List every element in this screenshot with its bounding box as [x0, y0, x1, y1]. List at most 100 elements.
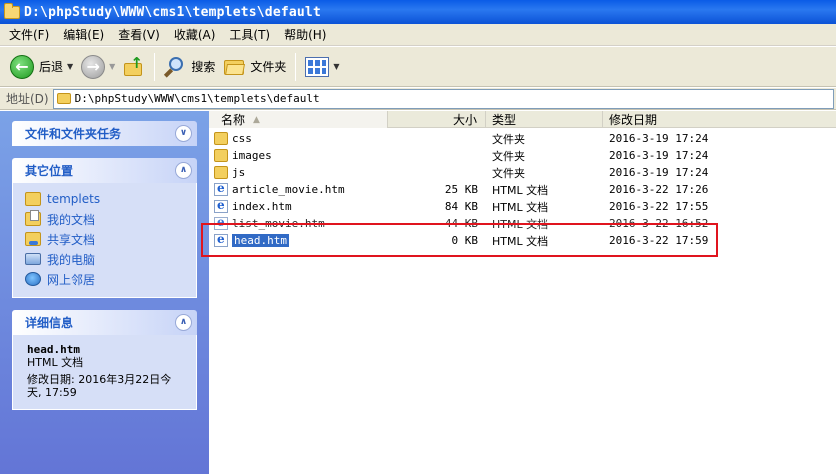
- column-header-row: 名称 ▲ 大小 类型 修改日期: [209, 111, 836, 128]
- place-label: 网上邻居: [47, 272, 96, 287]
- file-row[interactable]: css 文件夹 2016-3-19 17:24: [209, 130, 836, 147]
- file-size: 84 KB: [444, 200, 478, 213]
- search-button[interactable]: 搜索: [160, 50, 219, 84]
- shared-documents-icon: [25, 232, 41, 246]
- highlight-box: [201, 223, 718, 257]
- place-label: templets: [47, 192, 101, 206]
- folder-icon: [214, 149, 228, 162]
- place-link-templets[interactable]: templets: [25, 189, 186, 209]
- chevron-down-icon[interactable]: ▼: [109, 62, 115, 71]
- column-header-date[interactable]: 修改日期: [603, 111, 836, 128]
- file-row[interactable]: index.htm 84 KB HTML 文档 2016-3-22 17:55: [209, 198, 836, 215]
- place-link-network[interactable]: 网上邻居: [25, 269, 186, 289]
- sort-ascending-icon: ▲: [253, 114, 260, 125]
- window-title: D:\phpStudy\WWW\cms1\templets\default: [24, 4, 321, 20]
- details-file-type: HTML 文档: [27, 356, 84, 369]
- tasks-panel: 文件和文件夹任务 ∨: [12, 121, 197, 146]
- views-button[interactable]: ▼: [301, 50, 343, 84]
- file-date: 2016-3-19 17:24: [609, 132, 709, 145]
- folders-icon: [223, 58, 246, 76]
- file-name: article_movie.htm: [232, 183, 345, 196]
- file-row[interactable]: article_movie.htm 25 KB HTML 文档 2016-3-2…: [209, 181, 836, 198]
- menu-bar: 文件(F) 编辑(E) 查看(V) 收藏(A) 工具(T) 帮助(H): [0, 24, 836, 46]
- folder-icon: [214, 132, 228, 145]
- menu-help[interactable]: 帮助(H): [277, 26, 333, 43]
- place-label: 共享文档: [47, 232, 96, 247]
- folder-icon: [25, 192, 41, 206]
- column-header-name[interactable]: 名称 ▲: [209, 111, 388, 128]
- html-file-icon: [214, 181, 228, 196]
- file-list: 名称 ▲ 大小 类型 修改日期 css 文件夹 2016-3-19 17:24 …: [209, 111, 836, 474]
- search-label: 搜索: [191, 60, 216, 74]
- folder-icon: [214, 166, 228, 179]
- column-name-label: 名称: [221, 113, 246, 127]
- address-label: 地址(D): [6, 92, 49, 106]
- chevron-down-icon[interactable]: ▼: [67, 62, 73, 71]
- computer-icon: [25, 253, 41, 265]
- file-row[interactable]: js 文件夹 2016-3-19 17:24: [209, 164, 836, 181]
- details-modified-cont: 天, 17:59: [27, 386, 77, 399]
- details-panel: 详细信息 ∧ head.htm HTML 文档 修改日期: 2016年3月22日…: [12, 310, 197, 410]
- file-name: js: [232, 166, 246, 179]
- chevron-up-icon[interactable]: ∧: [175, 162, 192, 179]
- details-header[interactable]: 详细信息 ∧: [12, 310, 197, 335]
- place-link-shared-documents[interactable]: 共享文档: [25, 229, 186, 249]
- other-places-body: templets 我的文档 共享文档 我的电脑 网上邻居: [12, 183, 197, 298]
- address-value: D:\phpStudy\WWW\cms1\templets\default: [74, 92, 320, 105]
- chevron-down-icon[interactable]: ∨: [175, 125, 192, 142]
- column-header-size[interactable]: 大小: [388, 111, 486, 128]
- forward-button[interactable]: → ▼: [77, 50, 119, 84]
- html-file-icon: [214, 198, 228, 213]
- chevron-up-icon[interactable]: ∧: [175, 314, 192, 331]
- place-label: 我的电脑: [47, 252, 96, 267]
- file-size: 25 KB: [444, 183, 478, 196]
- details-file-name: head.htm: [27, 343, 80, 356]
- folder-icon: [56, 93, 71, 104]
- place-link-my-computer[interactable]: 我的电脑: [25, 249, 186, 269]
- file-date: 2016-3-22 17:55: [609, 200, 709, 213]
- column-date-label: 修改日期: [609, 113, 658, 127]
- file-type: 文件夹: [492, 166, 525, 180]
- file-date: 2016-3-19 17:24: [609, 166, 709, 179]
- other-places-panel: 其它位置 ∧ templets 我的文档 共享文档 我的电脑 网上邻居: [12, 158, 197, 298]
- task-pane: 文件和文件夹任务 ∨ 其它位置 ∧ templets 我的文档 共享文档 我的电…: [0, 111, 209, 474]
- up-folder-button[interactable]: ↑: [119, 50, 149, 84]
- toolbar-separator: [154, 52, 156, 81]
- place-link-my-documents[interactable]: 我的文档: [25, 209, 186, 229]
- tasks-panel-header[interactable]: 文件和文件夹任务 ∨: [12, 121, 197, 146]
- file-type: HTML 文档: [492, 200, 549, 214]
- menu-favorites[interactable]: 收藏(A): [167, 26, 223, 43]
- back-button[interactable]: ← 后退 ▼: [6, 50, 77, 84]
- toolbar: ← 后退 ▼ → ▼ ↑ 搜索 文件夹 ▼: [0, 47, 836, 87]
- network-icon: [25, 272, 41, 286]
- views-icon: [305, 56, 330, 77]
- chevron-down-icon[interactable]: ▼: [333, 62, 339, 71]
- folders-label: 文件夹: [250, 60, 287, 74]
- column-type-label: 类型: [492, 113, 517, 127]
- documents-icon: [25, 210, 41, 226]
- address-input[interactable]: D:\phpStudy\WWW\cms1\templets\default: [52, 88, 834, 109]
- folder-icon: [4, 2, 20, 19]
- details-body: head.htm HTML 文档 修改日期: 2016年3月22日今 天, 17…: [12, 335, 197, 410]
- file-type: HTML 文档: [492, 183, 549, 197]
- menu-file[interactable]: 文件(F): [2, 26, 56, 43]
- back-label: 后退: [39, 60, 64, 74]
- file-row[interactable]: images 文件夹 2016-3-19 17:24: [209, 147, 836, 164]
- other-places-title: 其它位置: [25, 164, 74, 178]
- address-bar: 地址(D) D:\phpStudy\WWW\cms1\templets\defa…: [0, 88, 836, 110]
- column-size-label: 大小: [452, 113, 477, 127]
- file-name: images: [232, 149, 272, 162]
- menu-edit[interactable]: 编辑(E): [56, 26, 111, 43]
- column-header-type[interactable]: 类型: [486, 111, 603, 128]
- menu-tools[interactable]: 工具(T): [222, 26, 277, 43]
- details-modified: 修改日期: 2016年3月22日今: [27, 373, 172, 386]
- toolbar-separator: [295, 52, 297, 81]
- search-icon: [164, 56, 186, 78]
- menu-view[interactable]: 查看(V): [111, 26, 167, 43]
- file-type: 文件夹: [492, 149, 525, 163]
- title-bar: D:\phpStudy\WWW\cms1\templets\default: [0, 0, 836, 24]
- tasks-panel-title: 文件和文件夹任务: [25, 127, 122, 141]
- folders-button[interactable]: 文件夹: [219, 50, 290, 84]
- other-places-header[interactable]: 其它位置 ∧: [12, 158, 197, 183]
- place-label: 我的文档: [47, 212, 96, 227]
